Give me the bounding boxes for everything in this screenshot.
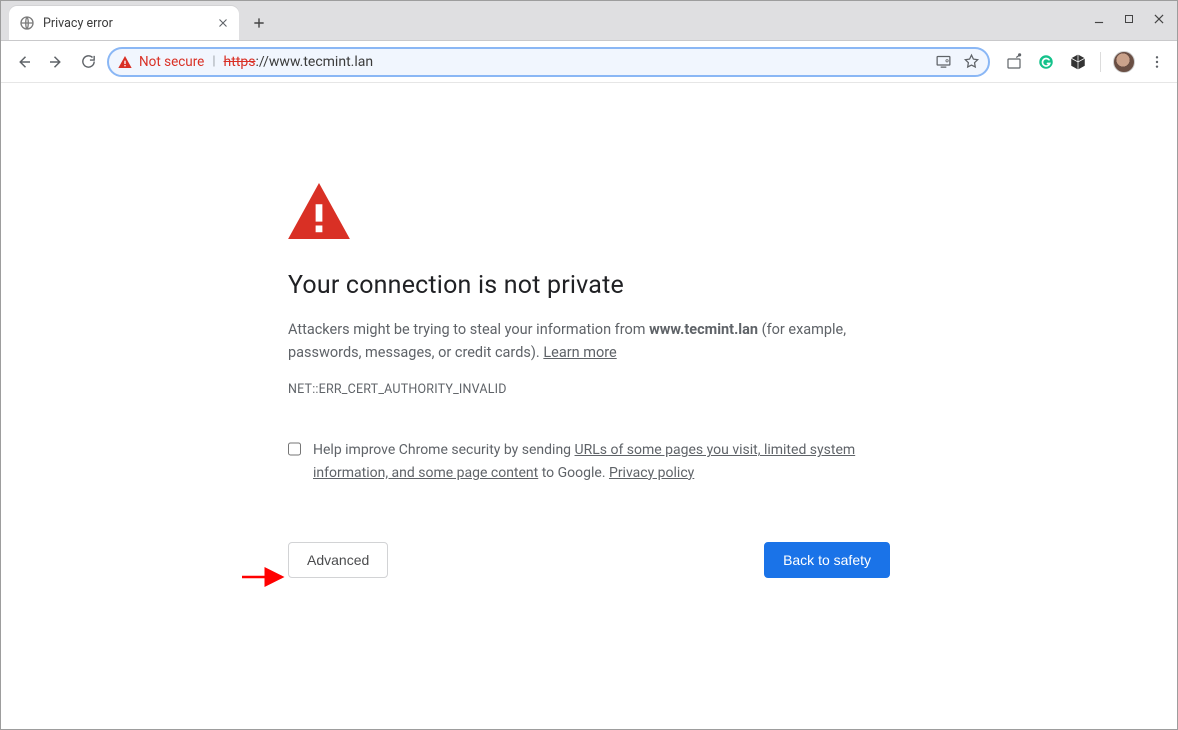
safe-browsing-optin: Help improve Chrome security by sending … (288, 439, 890, 484)
chrome-menu-button[interactable] (1147, 52, 1167, 72)
bookmark-star-icon[interactable] (962, 53, 980, 71)
annotation-arrow-icon (240, 567, 288, 587)
error-domain: www.tecmint.lan (649, 321, 758, 338)
divider (1100, 52, 1101, 72)
close-tab-icon[interactable] (215, 15, 231, 31)
advanced-button[interactable]: Advanced (288, 542, 388, 578)
learn-more-link[interactable]: Learn more (543, 344, 616, 361)
error-description: Attackers might be trying to steal your … (288, 318, 890, 364)
error-code: NET::ERR_CERT_AUTHORITY_INVALID (288, 382, 890, 397)
address-bar[interactable]: Not secure | https://www.tecmint.lan (107, 47, 990, 77)
para-prefix: Attackers might be trying to steal your … (288, 321, 649, 338)
url-rest: ://www.tecmint.lan (256, 54, 374, 70)
profile-avatar[interactable] (1113, 51, 1135, 73)
not-secure-warning-icon (117, 54, 133, 70)
reload-button[interactable] (75, 49, 101, 75)
page-content: Your connection is not private Attackers… (1, 83, 1177, 729)
privacy-policy-link[interactable]: Privacy policy (609, 465, 694, 481)
omnibox-actions (934, 53, 980, 71)
extension-icon-1[interactable] (1004, 52, 1024, 72)
security-label: Not secure (139, 54, 204, 70)
error-headline: Your connection is not private (288, 271, 890, 300)
window-controls (1087, 7, 1171, 31)
tab-title: Privacy error (43, 16, 215, 31)
button-row: Advanced Back to safety (288, 542, 890, 578)
new-tab-button[interactable] (245, 9, 273, 37)
optin-text: Help improve Chrome security by sending … (313, 439, 890, 484)
browser-window: Privacy error (0, 0, 1178, 730)
close-window-button[interactable] (1147, 7, 1171, 31)
minimize-button[interactable] (1087, 7, 1111, 31)
url-protocol: https (224, 54, 256, 70)
toolbar: Not secure | https://www.tecmint.lan (1, 41, 1177, 83)
optin-checkbox[interactable] (288, 441, 301, 457)
grammarly-extension-icon[interactable] (1036, 52, 1056, 72)
separator: | (210, 54, 217, 69)
extensions-area (1004, 51, 1167, 73)
back-to-safety-button[interactable]: Back to safety (764, 542, 890, 578)
url-display: https://www.tecmint.lan (224, 54, 374, 70)
cube-extension-icon[interactable] (1068, 52, 1088, 72)
optin-prefix: Help improve Chrome security by sending (313, 442, 575, 458)
forward-button[interactable] (43, 49, 69, 75)
optin-mid: to Google. (538, 465, 609, 481)
browser-tab[interactable]: Privacy error (9, 6, 239, 40)
maximize-button[interactable] (1117, 7, 1141, 31)
install-pwa-icon[interactable] (934, 53, 952, 71)
tab-strip: Privacy error (1, 1, 1177, 41)
back-button[interactable] (11, 49, 37, 75)
globe-icon (19, 15, 35, 31)
warning-triangle-icon (288, 183, 350, 239)
ssl-error-interstitial: Your connection is not private Attackers… (288, 183, 890, 578)
